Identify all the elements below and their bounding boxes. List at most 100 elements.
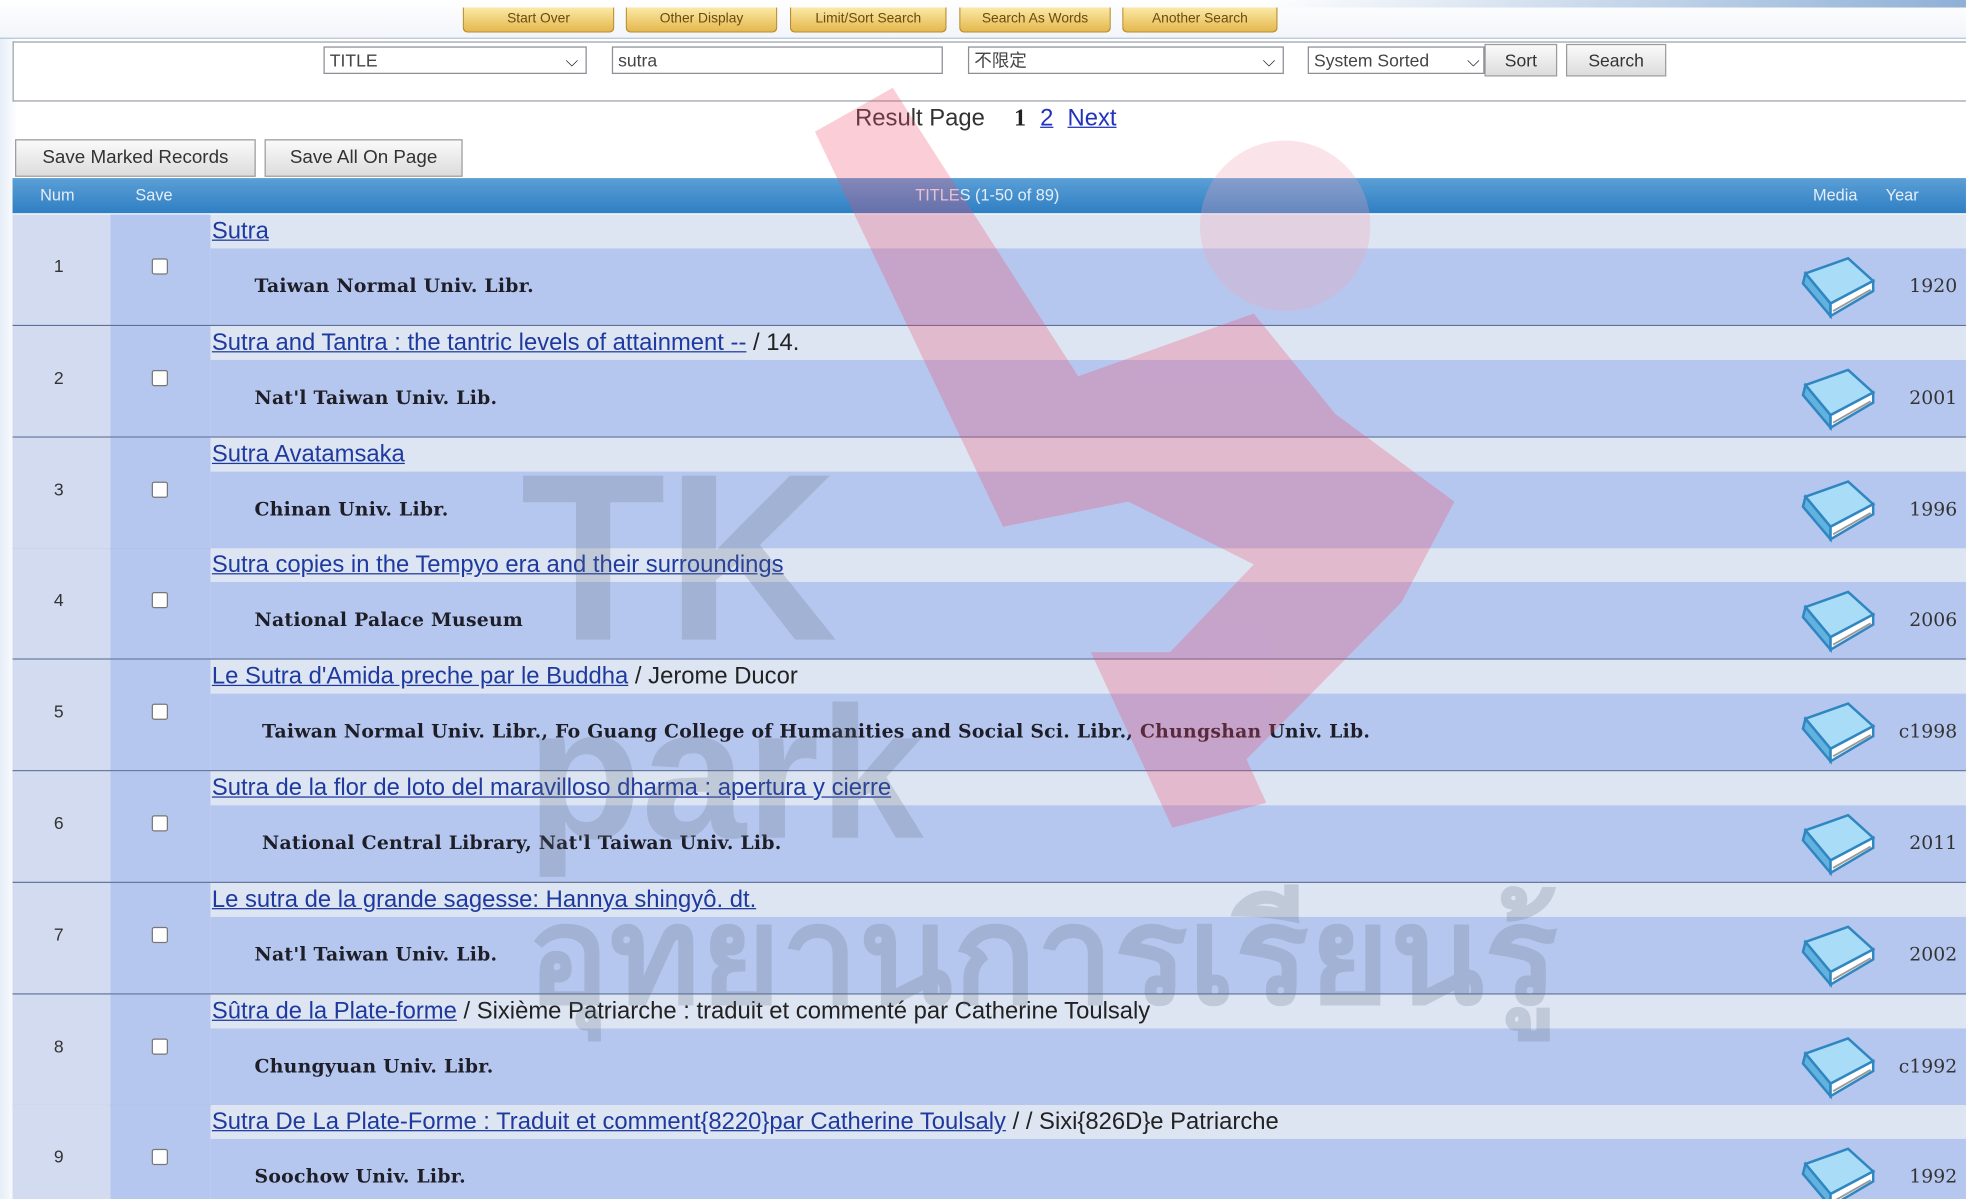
record-library: National Central Library, Nat'l Taiwan U… <box>262 831 782 855</box>
search-scope-value: 不限定 <box>974 50 1027 71</box>
record-year: c1998 <box>1898 720 1958 743</box>
record-library: Chinan Univ. Libr. <box>254 497 449 520</box>
search-field-value: TITLE <box>329 50 378 71</box>
record-number: 8 <box>53 1035 64 1056</box>
result-pager: Result Page 1 2 Next <box>855 105 1116 133</box>
other-display-button[interactable]: Other Display <box>625 7 778 33</box>
record-year: c1992 <box>1898 1054 1958 1077</box>
limit-sort-search-button[interactable]: Limit/Sort Search <box>789 7 947 33</box>
table-row: 4 Sutra copies in the Tempyo era and thei… <box>12 548 1966 661</box>
record-year: 1992 <box>1909 1165 1958 1189</box>
table-row: 8 Sûtra de la Plate-forme / Sixième Patri… <box>12 994 1966 1106</box>
book-media-icon[interactable] <box>1798 1147 1881 1199</box>
record-title-rest: / Jerome Ducor <box>628 663 798 691</box>
book-media-icon[interactable] <box>1798 479 1881 544</box>
library-cell <box>210 471 1966 548</box>
record-title: Le Sutra d'Amida preche par le Buddha / … <box>212 664 798 692</box>
table-row: 3 Sutra Avatamsaka Chinan Univ. Libr. 1996 <box>12 437 1966 549</box>
record-library: Nat'l Taiwan Univ. Lib. <box>254 386 498 409</box>
record-title-link[interactable]: Le sutra de la grande sagesse: Hannya sh… <box>212 886 756 912</box>
current-page: 1 <box>1014 105 1026 132</box>
record-library: Nat'l Taiwan Univ. Lib. <box>254 942 498 966</box>
record-year: 1920 <box>1909 274 1958 298</box>
record-title-link[interactable]: Sûtra de la Plate-forme <box>212 998 457 1024</box>
record-title: Le sutra de la grande sagesse: Hannya sh… <box>212 886 756 914</box>
record-title-link[interactable]: Sutra <box>212 218 269 244</box>
record-title-link[interactable]: Le Sutra d'Amida preche par le Buddha <box>212 664 628 690</box>
book-media-icon[interactable] <box>1798 590 1881 655</box>
record-year: 2006 <box>1909 608 1958 632</box>
record-title-rest: / / Sixi{826D}e Patriarche <box>1005 1109 1279 1136</box>
book-media-icon[interactable] <box>1798 813 1881 878</box>
save-all-on-page-button[interactable]: Save All On Page <box>264 139 463 177</box>
record-title-link[interactable]: Sutra copies in the Tempyo era and their… <box>212 552 784 578</box>
record-library: National Palace Museum <box>254 608 524 632</box>
result-page-label: Result Page <box>855 105 985 132</box>
record-title: Sutra and Tantra : the tantric levels of… <box>212 330 799 358</box>
results-table-header: Num Save TITLES (1-50 of 89) Media Year <box>12 178 1966 214</box>
start-over-button[interactable]: Start Over <box>462 7 615 33</box>
header-num: Num <box>40 185 75 205</box>
record-title-link[interactable]: Sutra Avatamsaka <box>212 441 405 467</box>
record-number: 9 <box>53 1146 64 1167</box>
record-title-rest: / 14. <box>746 329 800 356</box>
record-library: Chungyuan Univ. Libr. <box>254 1054 494 1077</box>
save-record-checkbox[interactable] <box>151 703 169 721</box>
record-number: 6 <box>53 812 64 833</box>
header-save: Save <box>135 185 173 205</box>
record-title: Sutra De La Plate-Forme : Traduit et com… <box>212 1109 1279 1137</box>
record-number: 4 <box>53 589 64 611</box>
save-record-checkbox[interactable] <box>151 369 169 387</box>
another-search-button[interactable]: Another Search <box>1122 7 1278 33</box>
chevron-down-icon: ⌵ <box>565 51 579 71</box>
search-scope-select[interactable]: 不限定 ⌵ <box>967 46 1284 74</box>
page-2-link[interactable]: 2 <box>1040 105 1053 131</box>
save-record-checkbox[interactable] <box>151 592 169 609</box>
table-row: 9 Sutra De La Plate-Forme : Traduit et co… <box>12 1105 1966 1199</box>
book-media-icon[interactable] <box>1798 1035 1881 1100</box>
save-record-checkbox[interactable] <box>151 926 169 943</box>
record-year: 1996 <box>1909 497 1958 520</box>
title-cell <box>210 214 1966 249</box>
save-record-checkbox[interactable] <box>151 1149 169 1166</box>
save-record-checkbox[interactable] <box>151 1037 169 1055</box>
header-titles: TITLES (1-50 of 89) <box>915 185 1060 205</box>
book-media-icon[interactable] <box>1798 924 1881 989</box>
sort-order-select[interactable]: System Sorted ⌵ <box>1307 46 1485 74</box>
save-record-checkbox[interactable] <box>151 481 169 498</box>
record-title-link[interactable]: Sutra de la flor de loto del maravilloso… <box>212 775 891 801</box>
record-library: Taiwan Normal Univ. Libr. <box>254 274 534 298</box>
chevron-down-icon: ⌵ <box>1467 51 1480 71</box>
book-media-icon[interactable] <box>1798 367 1881 432</box>
record-title: Sutra copies in the Tempyo era and their… <box>212 552 784 580</box>
book-media-icon[interactable] <box>1798 701 1881 766</box>
search-button[interactable]: Search <box>1565 43 1667 77</box>
record-title: Sûtra de la Plate-forme / Sixième Patria… <box>212 998 1150 1026</box>
search-field-select[interactable]: TITLE ⌵ <box>323 46 587 74</box>
record-title-link[interactable]: Sutra and Tantra : the tantric levels of… <box>212 330 747 356</box>
record-number: 7 <box>53 924 64 945</box>
search-as-words-button[interactable]: Search As Words <box>959 7 1111 33</box>
record-title-link[interactable]: Sutra De La Plate-Forme : Traduit et com… <box>212 1109 1006 1135</box>
search-input[interactable]: sutra <box>611 46 943 74</box>
record-title-rest: / Sixième Patriarche : traduit et commen… <box>456 997 1151 1025</box>
record-number: 1 <box>53 255 64 276</box>
save-marked-records-button[interactable]: Save Marked Records <box>15 139 256 177</box>
save-record-checkbox[interactable] <box>151 815 169 832</box>
chevron-down-icon: ⌵ <box>1262 51 1276 71</box>
record-title: Sutra de la flor de loto del maravilloso… <box>212 775 891 803</box>
table-row: 7 Le sutra de la grande sagesse: Hannya s… <box>12 882 1966 995</box>
header-media: Media <box>1812 185 1858 205</box>
sort-button[interactable]: Sort <box>1484 43 1558 77</box>
save-record-checkbox[interactable] <box>151 258 169 275</box>
top-nav-strip: Start Over Other Display Limit/Sort Sear… <box>0 0 1966 39</box>
record-number: 2 <box>53 367 64 388</box>
record-library: Soochow Univ. Libr. <box>254 1165 466 1189</box>
record-year: 2011 <box>1909 831 1958 855</box>
table-row: 5 Le Sutra d'Amida preche par le Buddha /… <box>12 659 1966 772</box>
record-title: Sutra <box>212 218 269 246</box>
next-page-link[interactable]: Next <box>1068 105 1117 131</box>
book-media-icon[interactable] <box>1798 256 1881 321</box>
record-year: 2001 <box>1909 386 1958 409</box>
record-year: 2002 <box>1909 942 1958 966</box>
